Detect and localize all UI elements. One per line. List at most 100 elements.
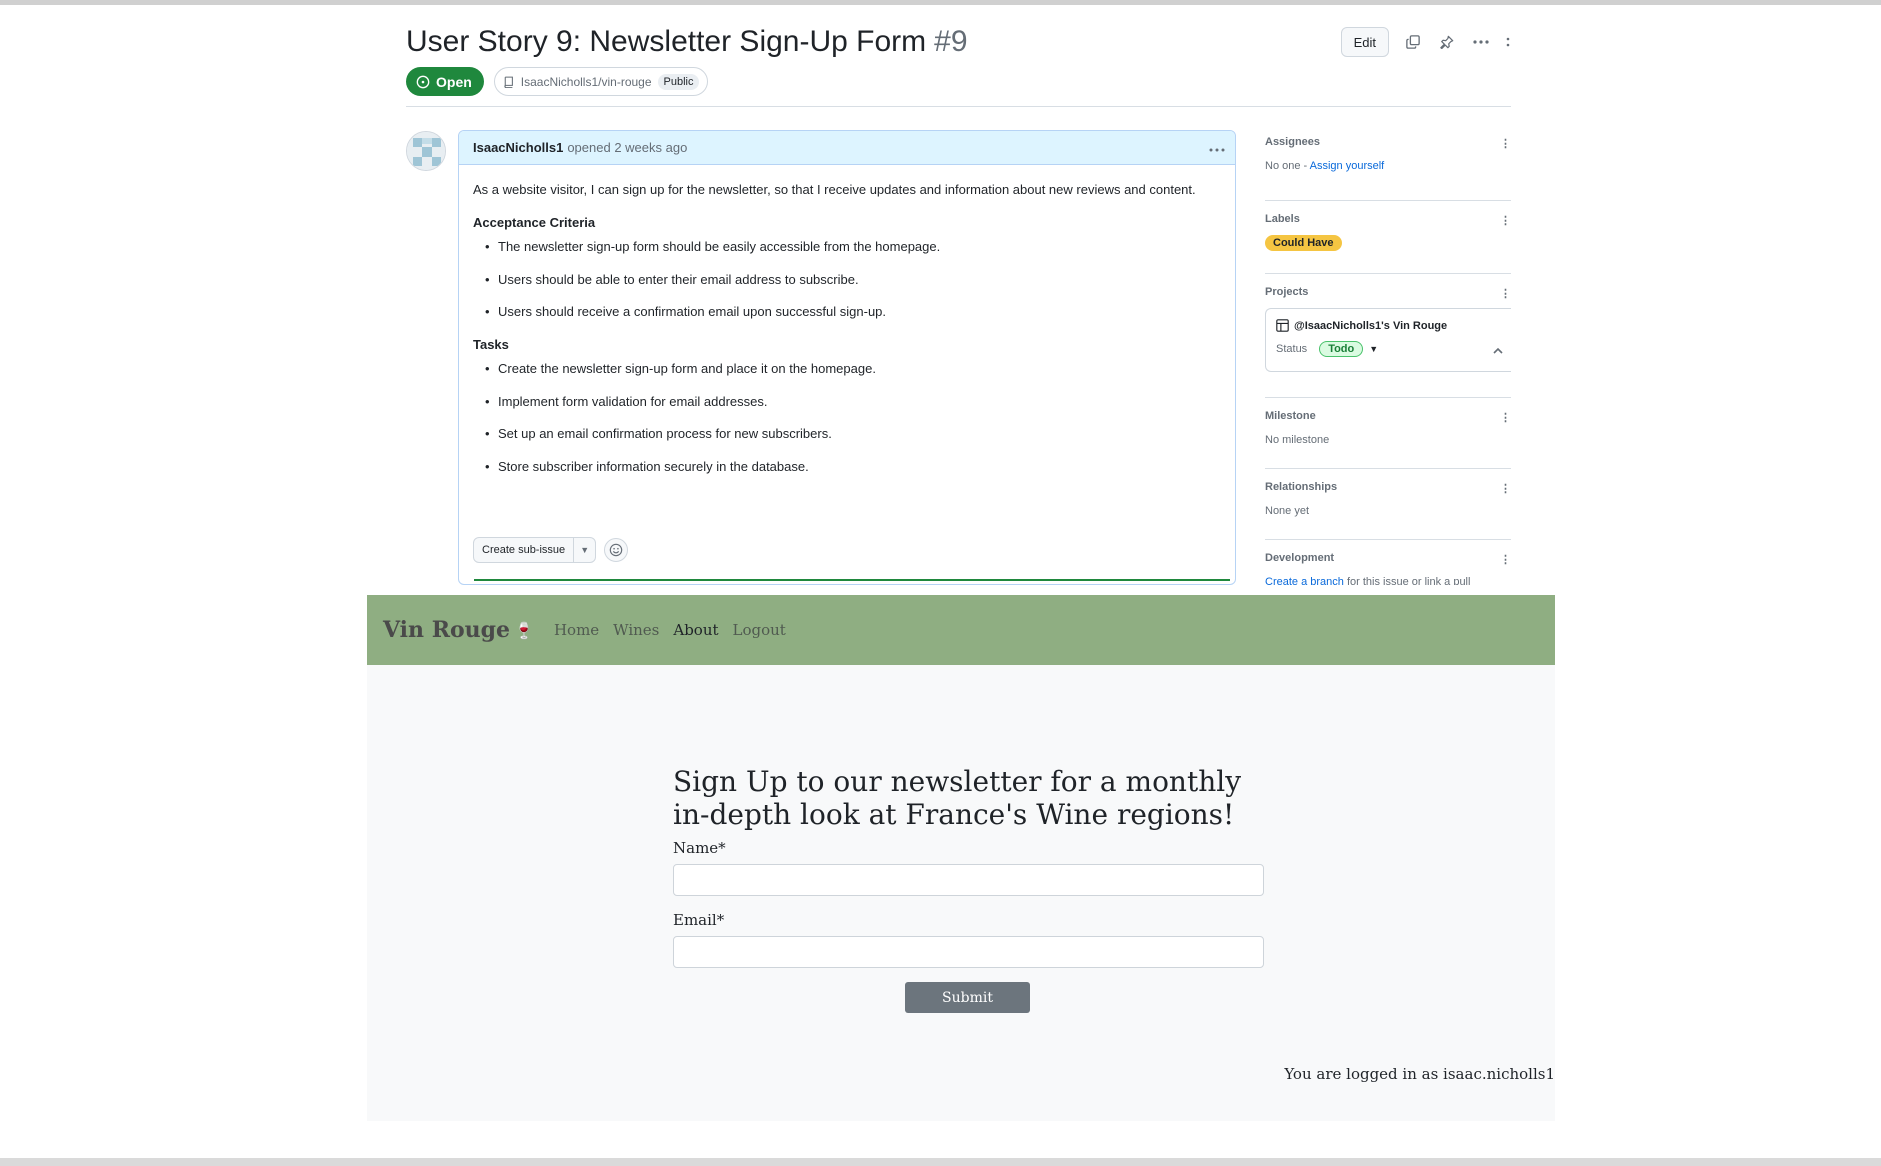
chevron-up-icon[interactable]: [1493, 345, 1503, 357]
assignees-section: Assignees ⋮ No one - Assign yourself: [1265, 130, 1511, 201]
status-badge[interactable]: Todo: [1319, 341, 1364, 357]
repo-chip[interactable]: IsaacNicholls1/vin-rouge Public: [493, 67, 709, 96]
list-item: Set up an email confirmation process for…: [485, 424, 1221, 444]
vin-rouge-site: Vin Rouge 🍷 Home Wines About Logout Sign…: [367, 595, 1555, 1121]
milestone-heading: Milestone: [1265, 410, 1316, 422]
relationships-heading: Relationships: [1265, 481, 1338, 493]
comment-body: As a website visitor, I can sign up for …: [459, 165, 1235, 486]
brand-name: Vin Rouge: [383, 617, 511, 643]
more-icon[interactable]: [1505, 32, 1511, 52]
state-badge: Open: [406, 67, 484, 96]
email-field[interactable]: [673, 936, 1264, 968]
issue-number: #9: [934, 25, 968, 58]
comment-timestamp: opened 2 weeks ago: [567, 140, 688, 155]
tasks-list: Create the newsletter sign-up form and p…: [473, 359, 1221, 476]
chevron-down-icon[interactable]: ▼: [573, 538, 595, 562]
projects-heading: Projects: [1265, 286, 1309, 298]
kebab-icon[interactable]: [1471, 32, 1491, 52]
story-text: As a website visitor, I can sign up for …: [473, 182, 1196, 197]
comment-author[interactable]: IsaacNicholls1: [473, 140, 563, 155]
pin-icon[interactable]: [1437, 32, 1457, 52]
site-navbar: Vin Rouge 🍷 Home Wines About Logout: [367, 595, 1555, 665]
list-item: Users should be able to enter their emai…: [485, 270, 1221, 290]
nav-links: Home Wines About Logout: [554, 621, 786, 639]
list-item: Implement form validation for email addr…: [485, 392, 1221, 412]
issue-meta-row: Open IsaacNicholls1/vin-rouge Public: [406, 67, 709, 96]
milestone-value: No milestone: [1265, 434, 1330, 446]
name-label: Name*: [673, 839, 726, 857]
development-suffix: for this issue or link a pull: [1343, 576, 1471, 585]
label-could-have[interactable]: Could Have: [1265, 235, 1342, 251]
issue-title-text: User Story 9: Newsletter Sign-Up Form: [406, 25, 927, 58]
gear-icon[interactable]: ⋮: [1500, 137, 1511, 150]
email-label: Email*: [673, 911, 725, 929]
create-sub-issue-button[interactable]: Create sub-issue ▼: [473, 537, 597, 563]
project-status-row: Status Todo ▼: [1276, 341, 1501, 357]
nav-home[interactable]: Home: [554, 621, 599, 639]
assignees-heading: Assignees: [1265, 136, 1321, 148]
development-heading: Development: [1265, 552, 1335, 564]
issue-sidebar: Assignees ⋮ No one - Assign yourself Lab…: [1265, 130, 1511, 585]
brand-logo[interactable]: Vin Rouge 🍷: [383, 617, 534, 643]
assignees-none: No one -: [1265, 160, 1310, 172]
criteria-list: The newsletter sign-up form should be ea…: [473, 237, 1221, 322]
gear-icon[interactable]: ⋮: [1500, 214, 1511, 227]
issue-header-actions: Edit: [1340, 27, 1511, 57]
comment-header: IsaacNicholls1 opened 2 weeks ago: [459, 131, 1235, 165]
copy-icon[interactable]: [1403, 32, 1423, 52]
status-dropdown-icon[interactable]: ▼: [1369, 344, 1378, 354]
nav-wines[interactable]: Wines: [613, 621, 659, 639]
name-field[interactable]: [673, 864, 1264, 896]
create-branch-link[interactable]: Create a branch: [1265, 576, 1344, 585]
avatar[interactable]: [406, 131, 446, 171]
nav-about[interactable]: About: [673, 621, 718, 639]
comment-actions: Create sub-issue ▼: [473, 537, 629, 563]
project-name-row[interactable]: @IsaacNicholls1's Vin Rouge: [1276, 319, 1501, 332]
labels-section: Labels ⋮ Could Have: [1265, 201, 1511, 274]
criteria-heading: Acceptance Criteria: [473, 214, 596, 230]
nav-logout[interactable]: Logout: [733, 621, 786, 639]
status-label: Status: [1276, 343, 1308, 355]
projects-section: Projects ⋮ @IsaacNicholls1's Vin Rouge S…: [1265, 274, 1511, 398]
header-divider: [406, 106, 1511, 107]
table-icon: [1276, 319, 1289, 332]
project-card: @IsaacNicholls1's Vin Rouge Status Todo …: [1265, 308, 1511, 372]
issue-comment: IsaacNicholls1 opened 2 weeks ago As a w…: [458, 130, 1236, 585]
gear-icon[interactable]: ⋮: [1500, 411, 1511, 424]
signup-heading: Sign Up to our newsletter for a monthly …: [673, 765, 1242, 831]
list-item: Create the newsletter sign-up form and p…: [485, 359, 1221, 379]
wine-glass-icon: 🍷: [514, 620, 534, 640]
list-item: Users should receive a confirmation emai…: [485, 302, 1221, 322]
list-item: The newsletter sign-up form should be ea…: [485, 237, 1221, 257]
logged-in-status: You are logged in as isaac.nicholls1: [1284, 1065, 1555, 1083]
assignees-value: No one - Assign yourself: [1265, 160, 1511, 172]
list-item: Store subscriber information securely in…: [485, 457, 1221, 477]
create-sub-issue-label: Create sub-issue: [482, 544, 566, 556]
gear-icon[interactable]: ⋮: [1500, 553, 1511, 566]
development-value: Create a branch for this issue or link a…: [1265, 576, 1511, 585]
visibility-badge: Public: [657, 73, 700, 90]
github-issue-panel: User Story 9: Newsletter Sign-Up Form #9 …: [406, 5, 1511, 585]
timeline-progress-line: [474, 579, 1230, 581]
project-name: @IsaacNicholls1's Vin Rouge: [1294, 319, 1448, 332]
repo-icon: [504, 76, 513, 88]
comment-menu-icon[interactable]: [1209, 139, 1225, 157]
edit-button[interactable]: Edit: [1340, 27, 1389, 57]
repo-name: IsaacNicholls1/vin-rouge: [520, 74, 652, 89]
relationships-section: Relationships ⋮ None yet: [1265, 469, 1511, 540]
newsletter-form: Sign Up to our newsletter for a monthly …: [673, 765, 1267, 1013]
window-bottom-edge: [0, 1158, 1881, 1166]
submit-button[interactable]: Submit: [905, 982, 1030, 1013]
issue-title: User Story 9: Newsletter Sign-Up Form #9: [406, 25, 968, 59]
smiley-icon[interactable]: [604, 538, 629, 562]
identicon-icon: [407, 132, 445, 170]
relationships-value: None yet: [1265, 505, 1310, 517]
labels-heading: Labels: [1265, 213, 1300, 225]
gear-icon[interactable]: ⋮: [1500, 482, 1511, 495]
state-label: Open: [436, 73, 472, 90]
development-section: Development ⋮ Create a branch for this i…: [1265, 540, 1511, 585]
issue-open-icon: [416, 75, 430, 88]
gear-icon[interactable]: ⋮: [1500, 287, 1511, 300]
assign-yourself-link[interactable]: Assign yourself: [1310, 160, 1385, 172]
tasks-heading: Tasks: [473, 336, 509, 352]
